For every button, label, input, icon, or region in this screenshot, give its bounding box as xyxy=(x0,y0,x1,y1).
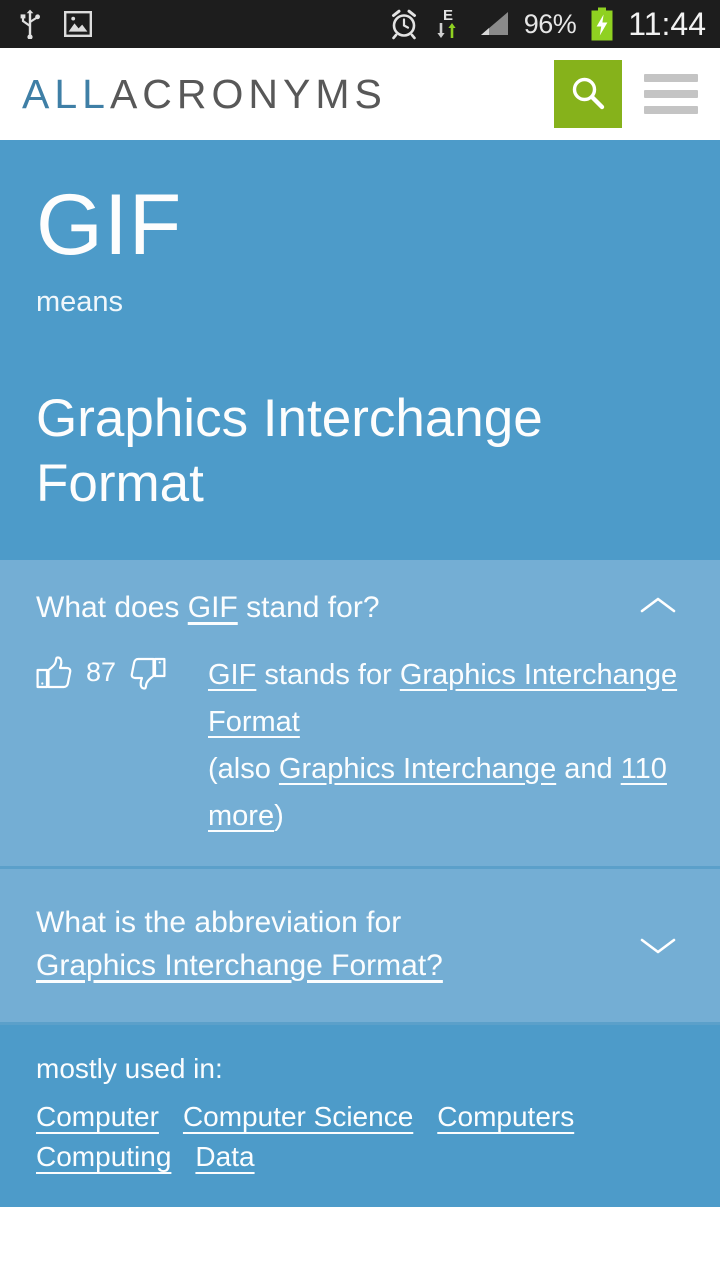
accordion-answer-text: GIF stands for Graphics Interchange Form… xyxy=(208,652,684,840)
answer-alt-expansion-link[interactable]: Graphics Interchange xyxy=(279,753,556,785)
chevron-up-icon[interactable] xyxy=(632,586,684,618)
status-bar-left-icons xyxy=(18,9,92,39)
hero-section: GIF means Graphics Interchange Format xyxy=(0,140,720,561)
answer-acronym-link[interactable]: GIF xyxy=(208,659,256,691)
page-bottom-whitespace xyxy=(0,1206,720,1237)
mostly-used-in-section: mostly used in: Computer Computer Scienc… xyxy=(0,1024,720,1207)
question-suffix: stand for? xyxy=(237,591,380,625)
hamburger-menu-icon[interactable] xyxy=(644,74,698,114)
tags-list: Computer Computer Science Computers Comp… xyxy=(36,1101,684,1173)
answer-also-close: ) xyxy=(274,799,284,832)
means-label: means xyxy=(36,286,124,318)
thumbs-up-icon[interactable] xyxy=(36,656,72,695)
battery-percent-label: 96% xyxy=(523,8,577,39)
question-line-1: What is the abbreviation for xyxy=(36,905,402,939)
acronym-title: GIF xyxy=(36,177,183,273)
android-status-bar: E 96% 11:44 xyxy=(0,0,720,48)
menu-bar-3 xyxy=(644,106,698,114)
menu-bar-1 xyxy=(644,74,698,82)
status-bar-clock: 11:44 xyxy=(628,5,706,42)
accordion-question: What is the abbreviation for Graphics In… xyxy=(36,901,632,988)
chevron-down-icon[interactable] xyxy=(632,901,684,957)
tag-link[interactable]: Computers xyxy=(437,1101,574,1133)
vote-block: 87 xyxy=(36,652,208,840)
network-edge-icon: E xyxy=(434,7,464,41)
alarm-icon xyxy=(388,8,420,40)
answer-also-open: (also xyxy=(208,752,279,785)
tag-link[interactable]: Data xyxy=(195,1141,254,1173)
search-icon xyxy=(569,74,607,115)
tag-link[interactable]: Computer Science xyxy=(183,1101,413,1133)
question-expansion-link[interactable]: Graphics Interchange Format? xyxy=(36,949,443,982)
battery-charging-icon xyxy=(590,7,614,41)
accordion-item-what-is-the-abbreviation[interactable]: What is the abbreviation for Graphics In… xyxy=(0,868,720,1025)
usb-icon xyxy=(18,9,42,39)
acronym-expansion-title: Graphics Interchange Format xyxy=(36,389,543,513)
mostly-used-in-label: mostly used in: xyxy=(36,1052,223,1084)
question-acronym-link[interactable]: GIF xyxy=(188,591,238,624)
gallery-icon xyxy=(64,11,92,37)
status-bar-right-icons: E 96% 11:44 xyxy=(388,6,706,43)
tag-link[interactable]: Computer xyxy=(36,1101,159,1133)
svg-text:E: E xyxy=(443,7,453,24)
answer-also-mid: and xyxy=(556,752,621,785)
tag-link[interactable]: Computing xyxy=(36,1141,171,1173)
accordion-header[interactable]: What does GIF stand for? xyxy=(36,586,684,630)
thumbs-down-icon[interactable] xyxy=(130,656,166,695)
site-header: ALL ACRONYMS xyxy=(0,48,720,140)
search-button[interactable] xyxy=(554,60,622,128)
vote-count: 87 xyxy=(86,656,117,687)
accordion-item-what-does-gif-stand-for[interactable]: What does GIF stand for? 87 GIF stands f… xyxy=(0,560,720,869)
menu-bar-2 xyxy=(644,90,698,98)
accordion-question: What does GIF stand for? xyxy=(36,586,632,630)
accordion-answer-row: 87 GIF stands for Graphics Interchange F… xyxy=(36,652,684,840)
answer-mid-text: stands for xyxy=(256,658,400,691)
logo-text-all: ALL xyxy=(22,70,110,117)
header-actions xyxy=(554,60,698,128)
question-prefix: What does xyxy=(36,591,188,625)
site-logo[interactable]: ALL ACRONYMS xyxy=(22,71,387,118)
logo-text-acronyms: ACRONYMS xyxy=(109,70,387,117)
accordion-header[interactable]: What is the abbreviation for Graphics In… xyxy=(36,901,684,988)
signal-strength-icon xyxy=(478,11,510,37)
